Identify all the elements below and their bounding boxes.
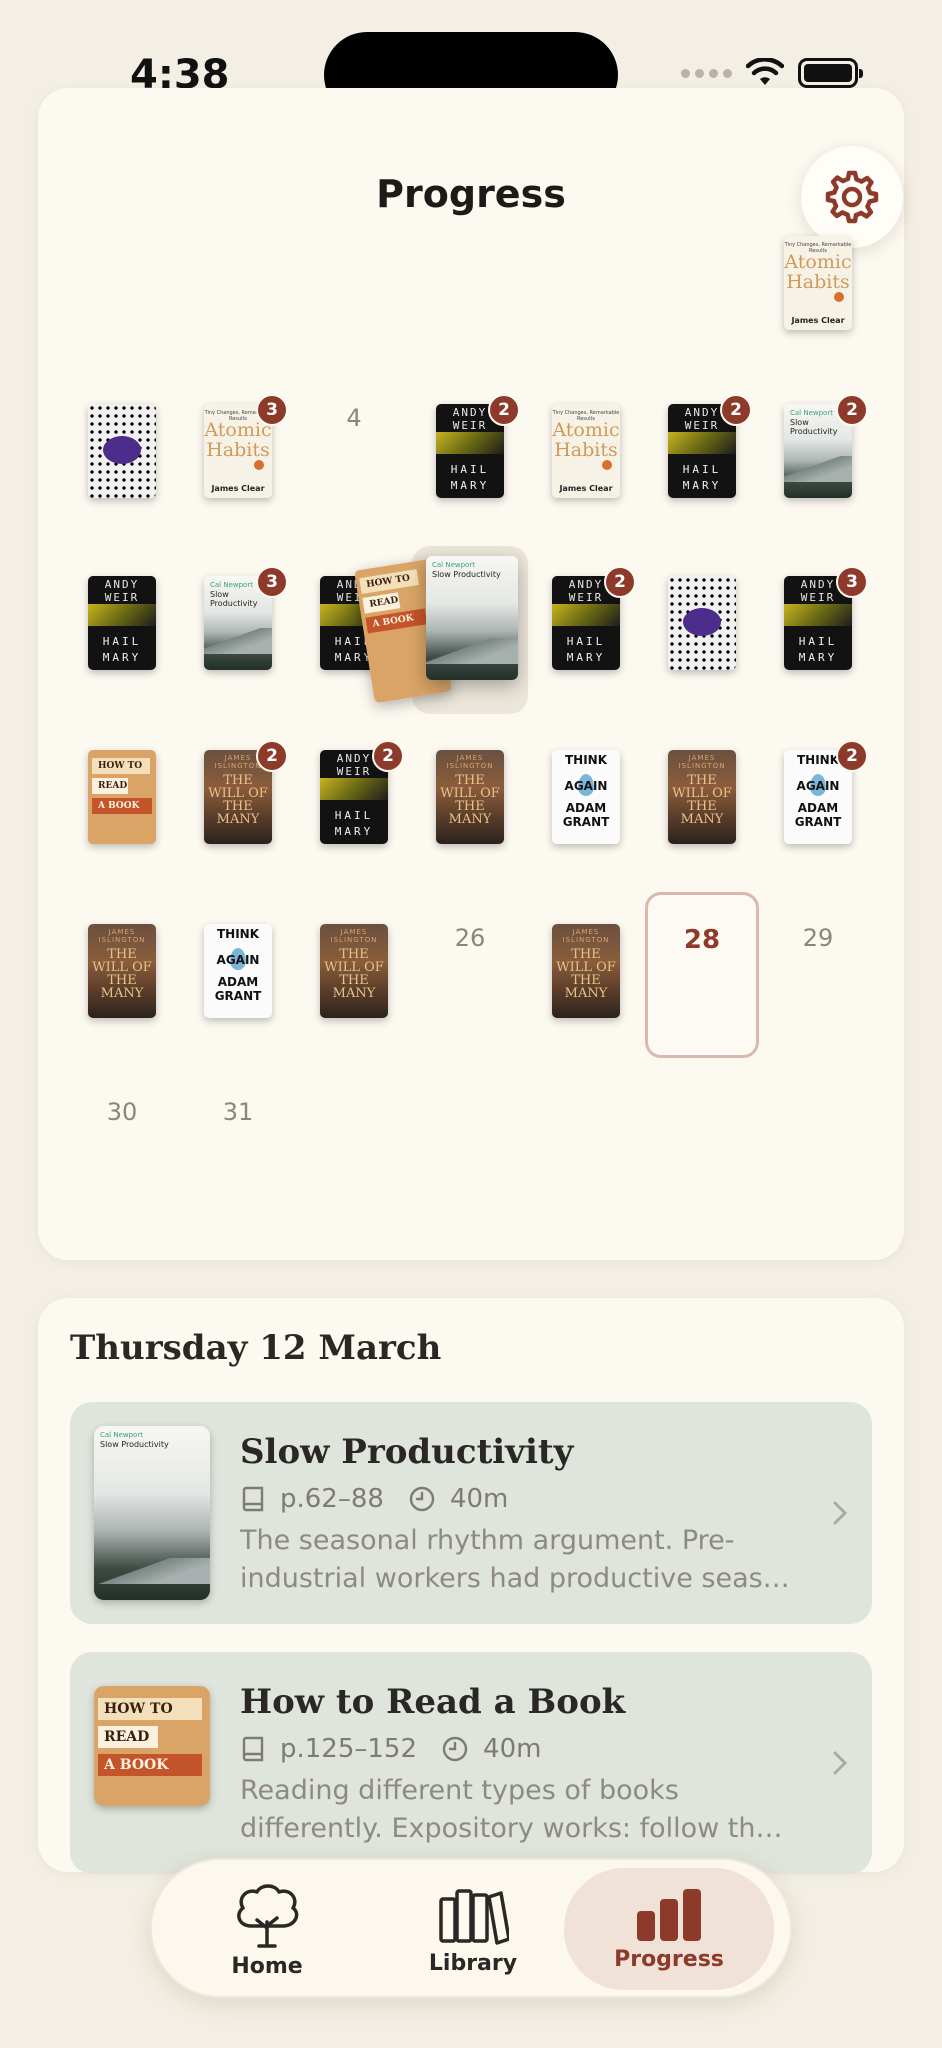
tab-progress[interactable]: Progress <box>564 1868 774 1990</box>
session-note: The seasonal rhythm argument. Pre-indust… <box>240 1525 790 1594</box>
tab-progress-label: Progress <box>614 1946 724 1972</box>
clock-icon <box>442 1736 468 1762</box>
tree-icon <box>237 1883 299 1948</box>
calendar-day[interactable]: 4 <box>304 404 404 534</box>
calendar-day[interactable]: Tiny Changes, Remarkable Results Atomic … <box>768 236 868 366</box>
calendar-day[interactable]: ANDY WEIR HAIL MARY <box>72 576 172 706</box>
book-cover-will-of-many: JAMES ISLINGTON THE WILL OF THE MANY <box>436 750 504 844</box>
tab-bar: Home Library Progress <box>150 1858 792 1998</box>
calendar-day-today[interactable]: 28 <box>645 892 759 1058</box>
calendar-day[interactable]: 26 <box>420 924 520 1054</box>
session-count-badge: 2 <box>720 394 752 426</box>
session-duration: 40m <box>449 1484 509 1514</box>
book-cover-think-again: THINK AGAIN ADAM GRANT <box>552 750 620 844</box>
session-count-badge: 3 <box>836 566 868 598</box>
session-count-badge: 2 <box>836 394 868 426</box>
gear-icon <box>825 170 879 224</box>
session-meta: p.62–88 40m <box>242 1484 508 1514</box>
battery-icon <box>798 58 863 88</box>
calendar-day[interactable]: JAMES ISLINGTON THE WILL OF THE MANY <box>420 750 520 880</box>
calendar-day[interactable]: ANDY WEIR HAIL MARY 2 <box>536 566 636 706</box>
session-duration: 40m <box>483 1734 542 1764</box>
book-cover-will-of-many: JAMES ISLINGTON THE WILL OF THE MANY <box>552 924 620 1018</box>
session-count-badge: 2 <box>836 740 868 772</box>
calendar-day[interactable]: JAMES ISLINGTON THE WILL OF THE MANY <box>536 924 636 1054</box>
book-cover-dots <box>668 576 736 670</box>
day-number: 26 <box>454 924 486 952</box>
session-book-title: Slow Productivity <box>240 1432 574 1472</box>
calendar-day[interactable]: THINK AGAIN ADAM GRANT <box>536 750 636 880</box>
session-count-badge: 2 <box>372 740 404 772</box>
tab-library-label: Library <box>428 1950 518 1976</box>
calendar-day[interactable]: Tiny Changes, Remarkable Results Atomic … <box>536 404 636 534</box>
session-count-badge: 2 <box>256 740 288 772</box>
book-cover-dots <box>88 404 156 498</box>
book-cover-slow-productivity: Cal Newport Slow Productivity <box>94 1426 210 1600</box>
calendar-day[interactable]: JAMES ISLINGTON THE WILL OF THE MANY <box>72 924 172 1054</box>
session-note: Reading different types of books differe… <box>240 1775 783 1844</box>
book-icon <box>242 1486 264 1512</box>
calendar-day[interactable]: Cal Newport Slow Productivity 2 <box>768 394 868 534</box>
tab-home[interactable]: Home <box>162 1860 372 2000</box>
clock-icon <box>409 1486 435 1512</box>
book-cover-will-of-many: JAMES ISLINGTON THE WILL OF THE MANY <box>668 750 736 844</box>
book-cover-atomic-habits: Tiny Changes, Remarkable Results Atomic … <box>552 404 620 498</box>
chevron-right-icon <box>833 1751 848 1775</box>
tab-home-label: Home <box>231 1953 303 1979</box>
status-icons <box>681 58 863 88</box>
calendar-day[interactable]: THINK AGAIN ADAM GRANT <box>188 924 288 1054</box>
book-cover-will-of-many: JAMES ISLINGTON THE WILL OF THE MANY <box>320 924 388 1018</box>
chevron-right-icon <box>833 1501 848 1525</box>
calendar-day[interactable]: Tiny Changes, Remarkable Results Atomic … <box>188 394 288 534</box>
calendar-day[interactable]: 29 <box>768 924 868 1054</box>
calendar-day[interactable]: 30 <box>72 1098 172 1228</box>
dragged-book-cover-slow-productivity[interactable]: Cal Newport Slow Productivity <box>426 556 518 680</box>
calendar-day[interactable] <box>652 576 752 706</box>
book-cover-think-again: THINK AGAIN ADAM GRANT <box>204 924 272 1018</box>
calendar-day[interactable]: Cal Newport Slow Productivity 3 <box>188 566 288 706</box>
session-row[interactable]: HOW TO READ A BOOK How to Read a Book p.12… <box>70 1652 872 1874</box>
book-cover-hail-mary: ANDY WEIR HAIL MARY <box>88 576 156 670</box>
calendar-day[interactable]: ANDY WEIR HAIL MARY 3 <box>768 566 868 706</box>
calendar-day[interactable]: JAMES ISLINGTON THE WILL OF THE MANY <box>304 924 404 1054</box>
day-number: 29 <box>802 924 834 952</box>
session-book-title: How to Read a Book <box>240 1682 626 1722</box>
bar-chart-icon <box>637 1888 701 1941</box>
calendar-day[interactable]: ANDY WEIR HAIL MARY 2 <box>304 740 404 880</box>
day-number: 30 <box>106 1098 138 1126</box>
tab-library[interactable]: Library <box>368 1860 578 2000</box>
session-pages: p.125–152 <box>280 1734 418 1764</box>
book-cover-how-to-read: HOW TO READ A BOOK <box>94 1686 210 1806</box>
calendar-day[interactable]: JAMES ISLINGTON THE WILL OF THE MANY <box>652 750 752 880</box>
session-row[interactable]: Cal Newport Slow Productivity Slow Produc… <box>70 1402 872 1624</box>
day-number: 31 <box>222 1098 254 1126</box>
session-count-badge: 2 <box>604 566 636 598</box>
session-meta: p.125–152 40m <box>242 1734 541 1764</box>
books-icon <box>439 1888 509 1945</box>
calendar-day[interactable]: JAMES ISLINGTON THE WILL OF THE MANY 2 <box>188 740 288 880</box>
settings-button[interactable] <box>801 146 903 248</box>
calendar-day[interactable] <box>72 404 172 534</box>
signal-icon <box>681 68 732 78</box>
calendar-day[interactable]: ANDY WEIR HAIL MARY 2 <box>420 394 520 534</box>
wifi-icon <box>746 58 784 85</box>
book-cover-atomic-habits: Tiny Changes, Remarkable Results Atomic … <box>784 236 852 330</box>
session-count-badge: 3 <box>256 394 288 426</box>
book-icon <box>242 1736 264 1762</box>
day-number: 28 <box>683 925 721 955</box>
calendar-day[interactable]: HOW TO READ A BOOK <box>72 750 172 880</box>
day-number: 4 <box>346 404 362 432</box>
session-count-badge: 3 <box>256 566 288 598</box>
calendar-day[interactable]: THINK AGAIN ADAM GRANT 2 <box>768 740 868 880</box>
session-pages: p.62–88 <box>280 1484 384 1514</box>
calendar-day[interactable]: 31 <box>188 1098 288 1228</box>
calendar-day[interactable]: ANDY WEIR HAIL MARY 2 <box>652 394 752 534</box>
book-cover-will-of-many: JAMES ISLINGTON THE WILL OF THE MANY <box>88 924 156 1018</box>
session-count-badge: 2 <box>488 394 520 426</box>
selected-date-heading: Thursday 12 March <box>70 1328 442 1368</box>
book-cover-how-to-read: HOW TO READ A BOOK <box>88 750 156 844</box>
